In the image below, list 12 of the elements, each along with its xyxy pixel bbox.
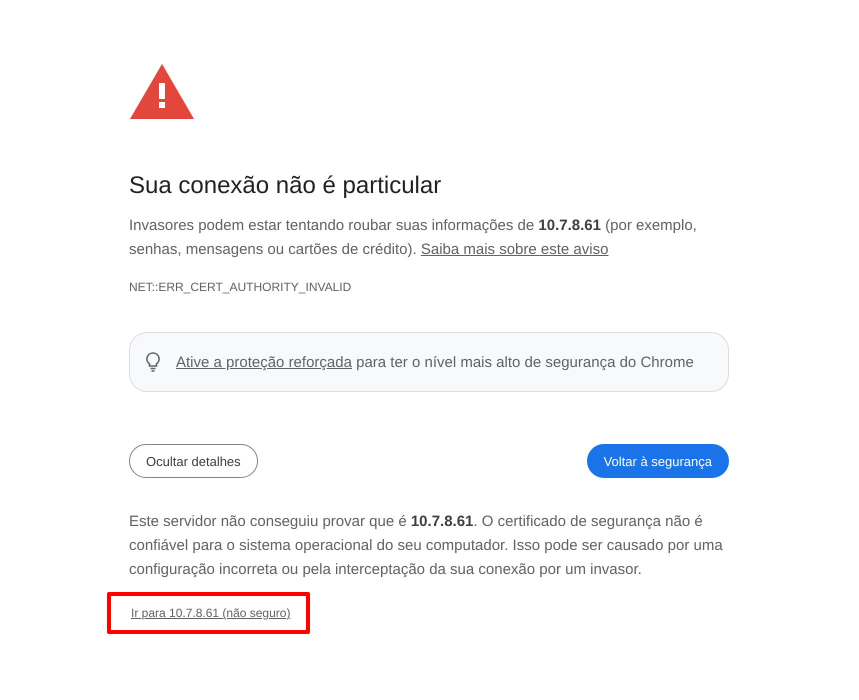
tip-text: Ative a proteção reforçada para ter o nível mais alto de segurança do Chrome	[176, 354, 694, 370]
enhanced-protection-link[interactable]: Ative a proteção reforçada	[176, 354, 352, 370]
back-to-safety-button[interactable]: Voltar à segurança	[586, 444, 729, 478]
proceed-link[interactable]: Ir para 10.7.8.61 (não seguro)	[131, 606, 290, 620]
warning-message: Invasores podem estar tentando roubar suas informações de 10.7.8.61 (por exemplo, senhas, mensagens ou cartões de crédito). Saiba mais sobre este aviso	[129, 216, 698, 260]
details-text: Este servidor não conseguiu provar que é 10.7.8.61. O certificado de segurança não é confiável para o sistema operacional do seu computador. Isso pode ser causado por uma configuração incorreta ou pela interceptação da sua conexão por um invasor.	[129, 512, 724, 580]
error-code: NET::ERR_CERT_AUTHORITY_INVALID	[129, 280, 352, 294]
warning-icon	[129, 62, 195, 120]
page-title: Sua conexão não é particular	[129, 172, 442, 200]
lightbulb-icon	[146, 352, 160, 372]
learn-more-link[interactable]: Saiba mais sobre este aviso	[420, 241, 608, 258]
hide-details-button[interactable]: Ocultar detalhes	[129, 444, 258, 478]
